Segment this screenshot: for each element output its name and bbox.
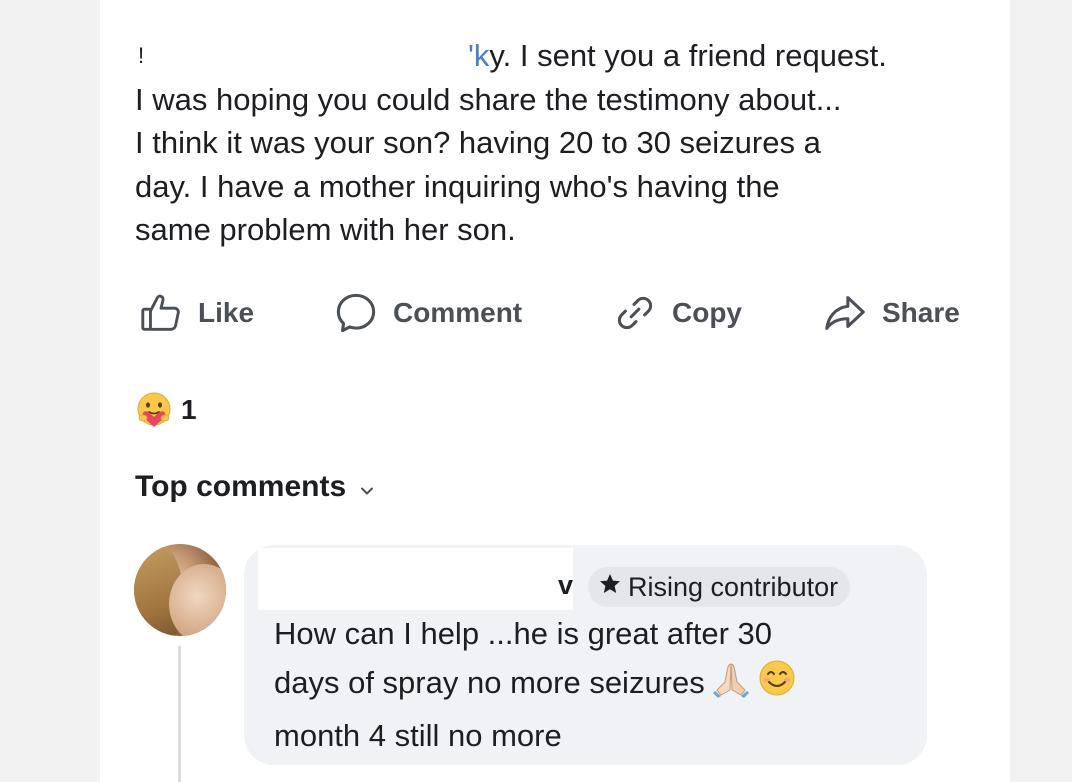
commenter-name-redaction [258, 548, 573, 610]
star-icon [598, 572, 622, 603]
copy-button[interactable]: Copy [612, 288, 742, 338]
top-comments-filter[interactable]: Top comments [135, 470, 374, 504]
post-line-1: ! 'ky. I sent you a friend request. [135, 34, 995, 78]
post-line-1-text: y. I sent you a friend request. [489, 38, 887, 73]
post-tick: ! [138, 43, 145, 68]
like-button[interactable]: Like [138, 288, 254, 338]
comment-line-1: How can I help ...he is great after 30 [274, 616, 772, 651]
comment-text: How can I help ...he is great after 30 d… [274, 610, 914, 760]
top-comments-label: Top comments [135, 470, 347, 503]
reaction-count: 1 [181, 394, 197, 425]
folded-hands-emoji-icon [711, 660, 751, 712]
comment-label: Comment [393, 297, 523, 328]
link-icon [612, 290, 658, 336]
comment-button[interactable]: Comment [333, 288, 522, 338]
commenter-name[interactable]: v [558, 570, 573, 601]
share-arrow-icon [822, 290, 868, 336]
commenter-avatar[interactable] [134, 544, 226, 636]
post-line-5: same problem with her son. [135, 212, 516, 247]
comment-line-2-text: days of spray no more seizures [274, 665, 705, 700]
comment-bubble-icon [333, 290, 379, 336]
thumbs-up-icon [138, 290, 184, 336]
comment-line-3: month 4 still no more [274, 718, 562, 753]
smiling-face-emoji-icon [757, 658, 797, 712]
copy-label: Copy [672, 297, 742, 328]
post-line-2: I was hoping you could share the testimo… [135, 81, 842, 117]
reaction-summary[interactable]: 1 [135, 388, 197, 432]
care-reaction-icon [135, 391, 173, 429]
like-label: Like [198, 297, 255, 328]
share-button[interactable]: Share [822, 288, 960, 338]
post-line-1-fragment: 'k [468, 38, 490, 73]
post-line-3: I think it was your son? having 20 to 30… [135, 125, 821, 160]
badge-label: Rising contributor [628, 571, 839, 602]
rising-contributor-badge: Rising contributor [588, 567, 851, 607]
comment-thread-line [178, 646, 181, 782]
post-line-4: day. I have a mother inquiring who's hav… [135, 168, 780, 204]
share-label: Share [882, 297, 960, 328]
comment-line-2: days of spray no more seizures [274, 658, 914, 712]
post-action-bar: Like Comment Copy Share [0, 288, 1072, 338]
post-text: ! 'ky. I sent you a friend request. I wa… [135, 34, 995, 252]
chevron-down-icon [360, 470, 374, 504]
